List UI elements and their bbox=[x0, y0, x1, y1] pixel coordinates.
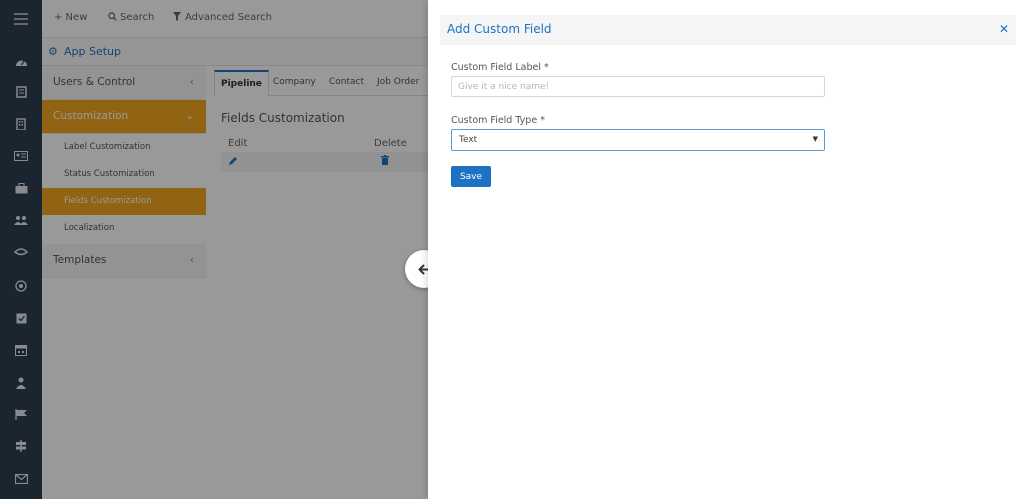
custom-field-type-select[interactable]: Text ▼ bbox=[451, 129, 825, 151]
custom-field-label-label: Custom Field Label * bbox=[451, 62, 549, 73]
custom-field-label-input[interactable] bbox=[451, 76, 825, 97]
dropdown-arrow-icon: ▼ bbox=[812, 135, 818, 143]
custom-field-type-label: Custom Field Type * bbox=[451, 115, 545, 126]
drawer-title: Add Custom Field bbox=[447, 22, 552, 36]
save-button[interactable]: Save bbox=[451, 166, 491, 187]
close-icon[interactable]: ✕ bbox=[999, 22, 1009, 36]
drawer-header: Add Custom Field ✕ bbox=[440, 15, 1016, 45]
modal-backdrop[interactable] bbox=[0, 0, 428, 499]
custom-field-type-value: Text bbox=[459, 135, 478, 145]
add-custom-field-drawer: Add Custom Field ✕ Custom Field Label * … bbox=[428, 0, 1024, 499]
